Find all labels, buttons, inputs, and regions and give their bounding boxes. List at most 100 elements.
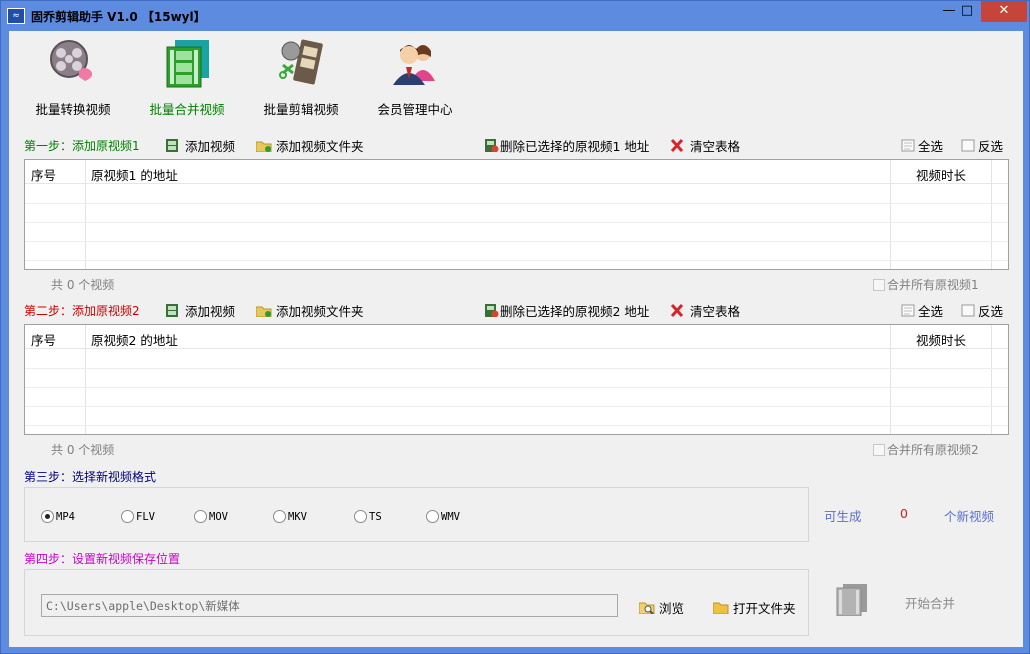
merge-all-label: 合并所有原视频2	[887, 443, 979, 457]
radio-dot[interactable]	[354, 510, 367, 523]
add-folder-label: 添加视频文件夹	[276, 304, 364, 319]
step1-merge-all-checkbox[interactable]: 合并所有原视频1	[873, 276, 979, 293]
delete-selected-label: 删除已选择的原视频2 地址	[500, 304, 650, 319]
save-path-field[interactable]: C:\Users\apple\Desktop\新媒体	[41, 594, 618, 617]
folder-open-icon	[712, 601, 729, 615]
tool-batch-convert[interactable]: 批量转换视频	[23, 37, 123, 118]
format-label: FLV	[136, 510, 155, 523]
invert-label: 反选	[978, 304, 1004, 319]
checkbox-box[interactable]	[873, 443, 885, 456]
format-radio-mkv[interactable]: MKV	[273, 510, 307, 523]
format-radio-wmv[interactable]: WMV	[426, 510, 460, 523]
format-label: TS	[369, 510, 382, 523]
members-icon	[389, 37, 441, 89]
col-duration: 视频时长	[916, 333, 967, 348]
clear-x-icon	[670, 138, 684, 153]
format-label: WMV	[441, 510, 460, 523]
tool-label: 批量转换视频	[35, 102, 111, 117]
app-window: ≈ 固乔剪辑助手 V1.0 【15wyl】 — □ ✕ 批量转换视频 批量合并视…	[0, 0, 1030, 654]
step4-label: 第四步：设置新视频保存位置	[24, 552, 181, 566]
step2-add-folder-button[interactable]: 添加视频文件夹	[255, 301, 364, 320]
tool-member-center[interactable]: 会员管理中心	[365, 37, 465, 118]
browse-button[interactable]: 浏览	[638, 598, 684, 617]
format-radio-ts[interactable]: TS	[354, 510, 382, 523]
film-strips-icon	[161, 37, 213, 89]
step3-label: 第三步：选择新视频格式	[24, 470, 157, 484]
app-icon: ≈	[7, 8, 25, 24]
step2-clear-table-button[interactable]: 清空表格	[670, 301, 740, 320]
tool-label: 批量合并视频	[149, 102, 225, 117]
film-reel-icon	[47, 37, 99, 89]
tool-batch-merge[interactable]: 批量合并视频	[137, 37, 237, 118]
format-radio-mov[interactable]: MOV	[194, 510, 228, 523]
step2-video-table[interactable]: 序号 原视频2 的地址 视频时长	[24, 324, 1009, 435]
radio-dot[interactable]	[121, 510, 134, 523]
format-radio-mp4[interactable]: MP4	[41, 510, 75, 523]
window-title: 固乔剪辑助手 V1.0 【15wyl】	[31, 10, 206, 24]
step1-video-table[interactable]: 序号 原视频1 的地址 视频时长	[24, 159, 1009, 270]
radio-dot[interactable]	[426, 510, 439, 523]
new-videos-label: 个新视频	[944, 509, 995, 524]
col-duration: 视频时长	[916, 168, 967, 183]
format-group: MP4 FLV MOV MKV TS WMV	[24, 487, 809, 542]
tool-label: 会员管理中心	[377, 102, 453, 117]
step1-add-folder-button[interactable]: 添加视频文件夹	[255, 136, 364, 155]
step1-clear-table-button[interactable]: 清空表格	[670, 136, 740, 155]
step1-delete-selected-button[interactable]: 删除已选择的原视频1 地址	[485, 136, 649, 155]
tool-batch-cut[interactable]: 批量剪辑视频	[251, 37, 351, 118]
close-button[interactable]: ✕	[981, 1, 1027, 22]
select-all-label: 全选	[918, 139, 944, 154]
select-all-label: 全选	[918, 304, 944, 319]
checkbox-box[interactable]	[873, 278, 885, 291]
tool-label: 批量剪辑视频	[263, 102, 339, 117]
step1-select-all-button[interactable]: 全选	[901, 136, 943, 155]
invert-selection-icon	[961, 139, 975, 152]
radio-dot[interactable]	[41, 510, 54, 523]
col-index: 序号	[31, 168, 57, 183]
browse-magnifier-icon	[638, 601, 655, 615]
add-folder-icon	[255, 304, 272, 318]
step1-invert-button[interactable]: 反选	[961, 136, 1003, 155]
invert-label: 反选	[978, 139, 1004, 154]
format-label: MP4	[56, 510, 75, 523]
step2-merge-all-checkbox[interactable]: 合并所有原视频2	[873, 441, 979, 458]
clear-table-label: 清空表格	[690, 304, 741, 319]
open-folder-button[interactable]: 打开文件夹	[712, 598, 796, 617]
delete-selected-label: 删除已选择的原视频1 地址	[500, 139, 650, 154]
clear-table-label: 清空表格	[690, 139, 741, 154]
maximize-button[interactable]: □	[954, 1, 980, 22]
step2-delete-selected-button[interactable]: 删除已选择的原视频2 地址	[485, 301, 649, 320]
add-folder-label: 添加视频文件夹	[276, 139, 364, 154]
radio-dot[interactable]	[273, 510, 286, 523]
delete-video-icon	[485, 304, 499, 318]
title-bar[interactable]: ≈ 固乔剪辑助手 V1.0 【15wyl】 — □ ✕	[1, 1, 1029, 31]
format-radio-flv[interactable]: FLV	[121, 510, 155, 523]
col-path: 原视频1 的地址	[91, 168, 178, 183]
radio-dot[interactable]	[194, 510, 207, 523]
film-cut-icon	[275, 37, 327, 89]
save-location-group: C:\Users\apple\Desktop\新媒体 浏览 打开文件夹	[24, 569, 809, 636]
start-merge-icon[interactable]	[835, 582, 869, 619]
add-video-label: 添加视频	[185, 139, 236, 154]
step1-add-video-button[interactable]: 添加视频	[165, 136, 235, 155]
step2-add-video-button[interactable]: 添加视频	[165, 301, 235, 320]
open-folder-label: 打开文件夹	[733, 601, 796, 616]
step2-select-all-button[interactable]: 全选	[901, 301, 943, 320]
add-video-label: 添加视频	[185, 304, 236, 319]
add-folder-icon	[255, 139, 272, 153]
col-index: 序号	[31, 333, 57, 348]
merge-all-label: 合并所有原视频1	[887, 278, 979, 292]
step2-label: 第二步：添加原视频2	[24, 304, 140, 318]
clear-x-icon	[670, 303, 684, 318]
table-header: 序号 原视频1 的地址 视频时长	[25, 160, 1008, 184]
col-path: 原视频2 的地址	[91, 333, 178, 348]
add-video-icon	[165, 139, 179, 152]
step2-invert-button[interactable]: 反选	[961, 301, 1003, 320]
start-merge-button[interactable]: 开始合并	[905, 593, 955, 612]
format-label: MKV	[288, 510, 307, 523]
format-label: MOV	[209, 510, 228, 523]
add-video-icon	[165, 304, 179, 317]
step1-video-count: 共 0 个视频	[51, 278, 115, 292]
select-all-icon	[901, 304, 915, 317]
step1-label: 第一步：添加原视频1	[24, 139, 140, 153]
